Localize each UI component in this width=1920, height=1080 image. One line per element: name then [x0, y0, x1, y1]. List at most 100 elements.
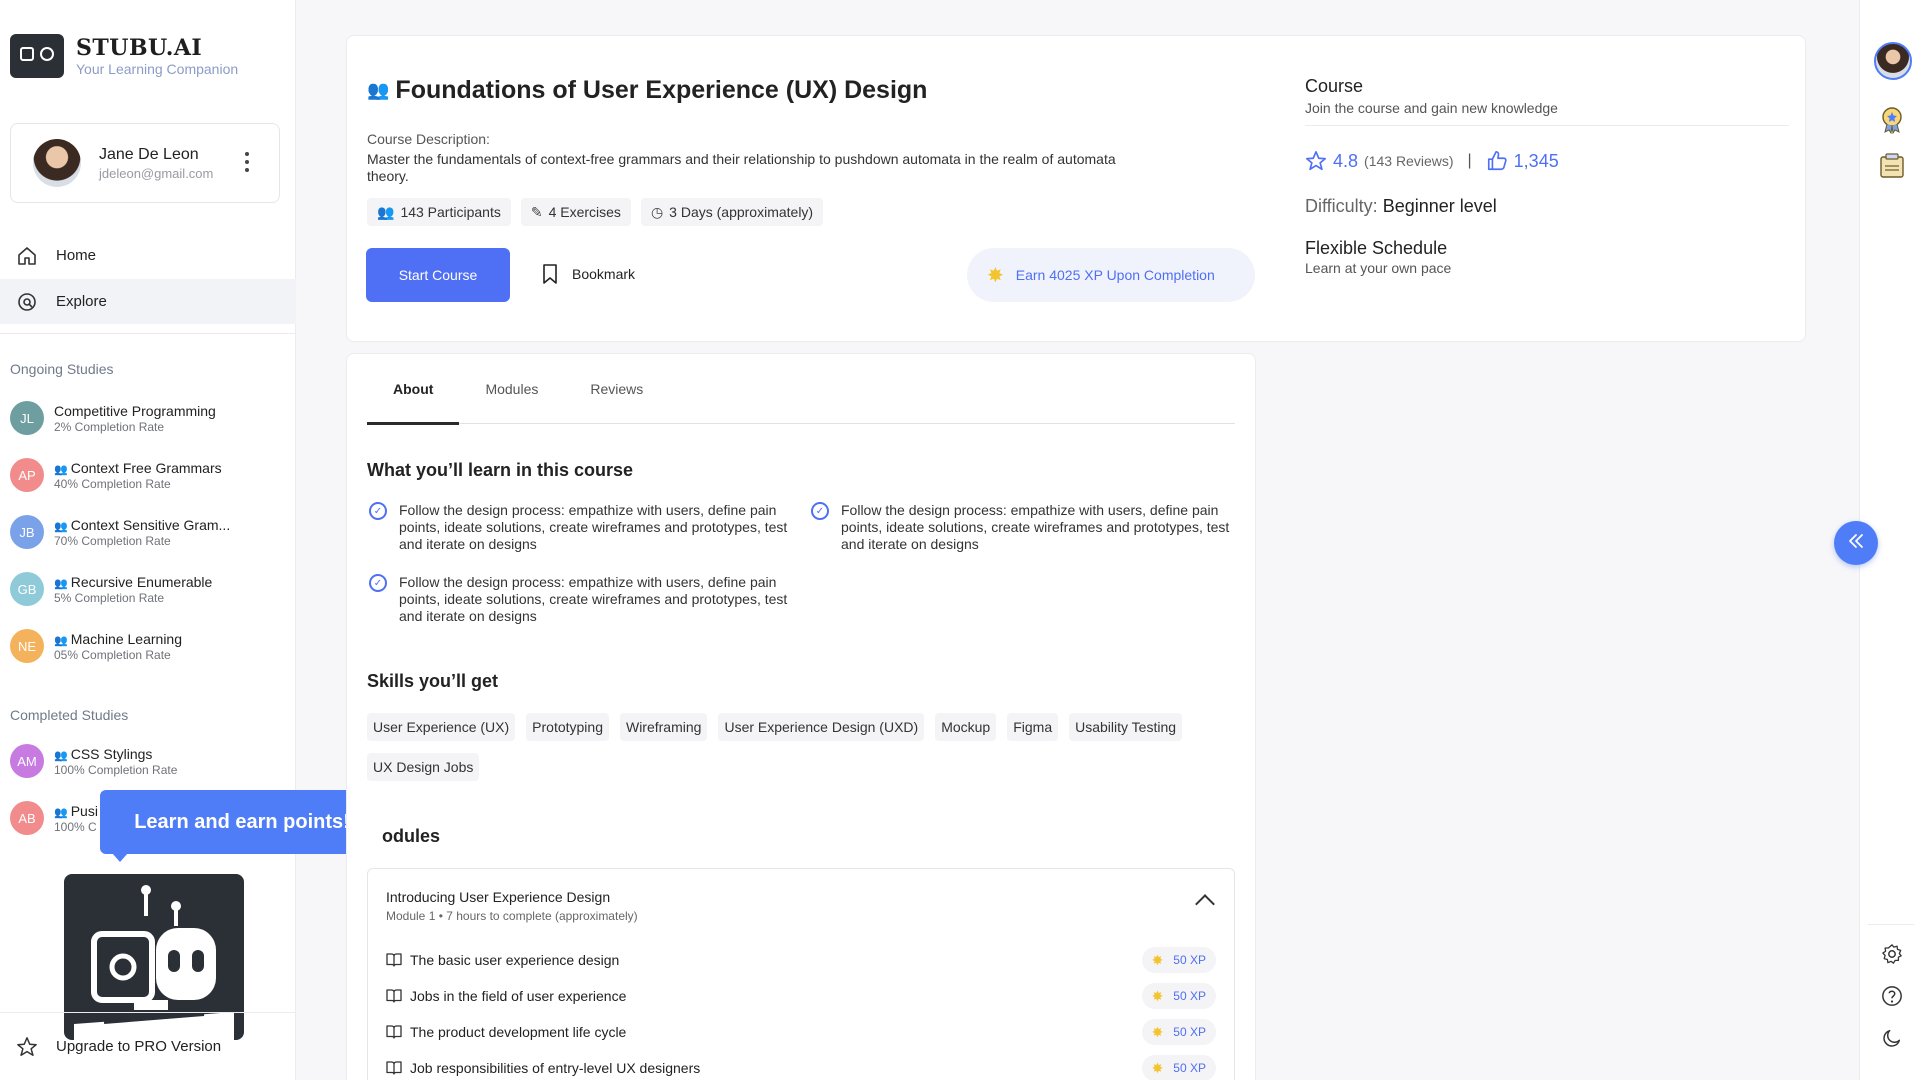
moon-icon[interactable] [1878, 1024, 1906, 1052]
star-outline-icon [1306, 151, 1326, 171]
user-name: Jane De Leon [99, 145, 199, 163]
nav-explore[interactable]: Explore [0, 279, 296, 324]
xp-badge: ✸ 50 XP [1141, 983, 1216, 1009]
page-title: 👥 Foundations of User Experience (UX) De… [367, 76, 928, 104]
lesson-row[interactable]: Job responsibilities of entry-level UX d… [386, 1053, 1216, 1080]
skill-tag: User Experience (UX) [367, 713, 516, 741]
study-title: 👥 CSS Stylings [54, 745, 153, 762]
lesson-row[interactable]: Jobs in the field of user experience ✸ 50 … [386, 981, 1216, 1011]
nav-home-label: Home [56, 247, 97, 264]
avatar[interactable] [1874, 42, 1912, 80]
completed-studies-label: Completed Studies [10, 707, 129, 723]
difficulty-value: Beginner level [1382, 196, 1497, 216]
completion-rate: 5% Completion Rate [54, 590, 165, 605]
skill-tag: Figma [1007, 713, 1059, 741]
user-card[interactable]: Jane De Leon jdeleon@gmail.com [10, 123, 280, 203]
star-icon: ✸ [1151, 1059, 1164, 1076]
study-list-item[interactable]: JL Competitive Programming 2% Completion R… [10, 394, 290, 442]
course-side-title: Course [1305, 76, 1364, 96]
star-icon: ✸ [1151, 1023, 1164, 1040]
avatar: AP [10, 458, 44, 492]
learn-item: ✓ Follow the design process: empathize w… [811, 502, 1231, 553]
avatar: JL [10, 401, 44, 435]
group-icon: 👥 [54, 577, 68, 590]
tab-about[interactable]: About [367, 354, 460, 425]
study-title: 👥 Recursive Enumerable [54, 573, 213, 590]
brand-logo[interactable]: STUBU.AI Your Learning Companion [10, 34, 238, 78]
award-badge-icon[interactable] [1878, 106, 1906, 134]
module-subtitle: Module 1 • 7 hours to complete (approxim… [386, 909, 638, 923]
study-list-item[interactable]: AP 👥 Context Free Grammars 40% Completion R… [10, 451, 290, 499]
course-stats: 👥 143 Participants ✎ 4 Exercises ◷ 3 Days (… [367, 198, 824, 226]
avatar: GB [10, 572, 44, 606]
skill-tag: Prototyping [526, 713, 609, 741]
likes-count: 1,345 [1513, 150, 1559, 171]
check-circle-icon: ✓ [369, 502, 387, 520]
module-title[interactable]: Introducing User Experience Design [386, 889, 610, 905]
star-icon [16, 1036, 38, 1058]
skills-list: User Experience (UX) Prototyping Wirefra… [367, 713, 1227, 781]
group-icon: 👥 [367, 80, 390, 100]
book-icon [386, 953, 402, 967]
group-icon: 👥 [377, 203, 395, 220]
lesson-row[interactable]: The product development life cycle ✸ 50 XP [386, 1017, 1216, 1047]
upgrade-pro-button[interactable]: Upgrade to PRO Version [0, 1012, 296, 1080]
explore-icon [16, 291, 38, 313]
skills-heading: Skills you’ll get [367, 671, 499, 691]
lesson-title: Job responsibilities of entry-level UX d… [410, 1060, 701, 1076]
participants-chip: 👥 143 Participants [367, 198, 511, 226]
separator: | [1467, 152, 1472, 169]
course-description: Master the fundamentals of context-free … [367, 151, 1116, 184]
study-list-item[interactable]: JB 👥 Context Sensitive Gram... 70% Completi… [10, 508, 290, 556]
skill-tag: Usability Testing [1069, 713, 1183, 741]
star-icon: ✸ [987, 264, 1004, 287]
tab-modules[interactable]: Modules [459, 354, 564, 424]
nav-divider [0, 333, 296, 334]
skill-tag: UX Design Jobs [367, 753, 480, 781]
learn-item: ✓ Follow the design process: empathize w… [369, 502, 789, 553]
help-icon[interactable] [1878, 982, 1906, 1010]
chevron-up-icon[interactable] [1195, 894, 1215, 914]
brand-tagline: Your Learning Companion [76, 61, 239, 77]
home-icon [16, 245, 38, 267]
schedule-subtitle: Learn at your own pace [1305, 260, 1452, 276]
study-title: 👥 Context Free Grammars [54, 459, 222, 476]
study-list-item[interactable]: NE 👥 Machine Learning 05% Completion Rate [10, 622, 290, 670]
duration-chip: ◷ 3 Days (approximately) [640, 198, 824, 226]
study-list-item[interactable]: AM 👥 CSS Stylings 100% Completion Rate [10, 737, 290, 785]
rating-row: 4.8 (143 Reviews) | 1,345 [1305, 150, 1559, 172]
difficulty: Difficulty: Beginner level [1305, 196, 1497, 216]
study-title: 👥 Pusi [54, 802, 98, 819]
tab-reviews[interactable]: Reviews [564, 354, 669, 424]
book-icon [386, 1025, 402, 1039]
skill-tag: Wireframing [619, 713, 708, 741]
earn-xp-badge: ✸ Earn 4025 XP Upon Completion [967, 248, 1255, 302]
module-accordion: Introducing User Experience Design Modul… [367, 868, 1235, 1080]
robot-logo-icon [10, 34, 64, 78]
collapse-panel-button[interactable] [1834, 521, 1878, 565]
gear-icon[interactable] [1878, 940, 1906, 968]
group-icon: 👥 [54, 806, 68, 819]
start-course-button[interactable]: Start Course [366, 248, 510, 302]
xp-badge: ✸ 50 XP [1141, 947, 1216, 973]
edit-icon: ✎ [530, 203, 543, 220]
user-email: jdeleon@gmail.com [99, 165, 214, 181]
study-list-item[interactable]: GB 👥 Recursive Enumerable 5% Completion Rat… [10, 565, 290, 613]
skill-tag: User Experience Design (UXD) [718, 713, 925, 741]
lesson-row[interactable]: The basic user experience design ✸ 50 XP [386, 945, 1216, 975]
xp-badge: ✸ 50 XP [1141, 1055, 1216, 1080]
lesson-title: The product development life cycle [410, 1024, 627, 1040]
learn-item: ✓ Follow the design process: empathize w… [369, 574, 789, 625]
rating-value: 4.8 [1333, 150, 1359, 171]
more-options-icon[interactable] [245, 152, 249, 172]
todo-board-icon[interactable] [1878, 152, 1906, 180]
xp-badge: ✸ 50 XP [1141, 1019, 1216, 1045]
course-info: Course Join the course and gain new know… [1305, 76, 1558, 116]
book-icon [386, 1061, 402, 1075]
avatar: AB [10, 801, 44, 835]
brand-name: STUBU.AI [76, 35, 203, 61]
nav-home[interactable]: Home [0, 233, 296, 278]
exercises-chip: ✎ 4 Exercises [520, 198, 631, 226]
bookmark-button[interactable]: Bookmark [542, 264, 635, 284]
thumbs-up-icon[interactable] [1486, 150, 1508, 172]
